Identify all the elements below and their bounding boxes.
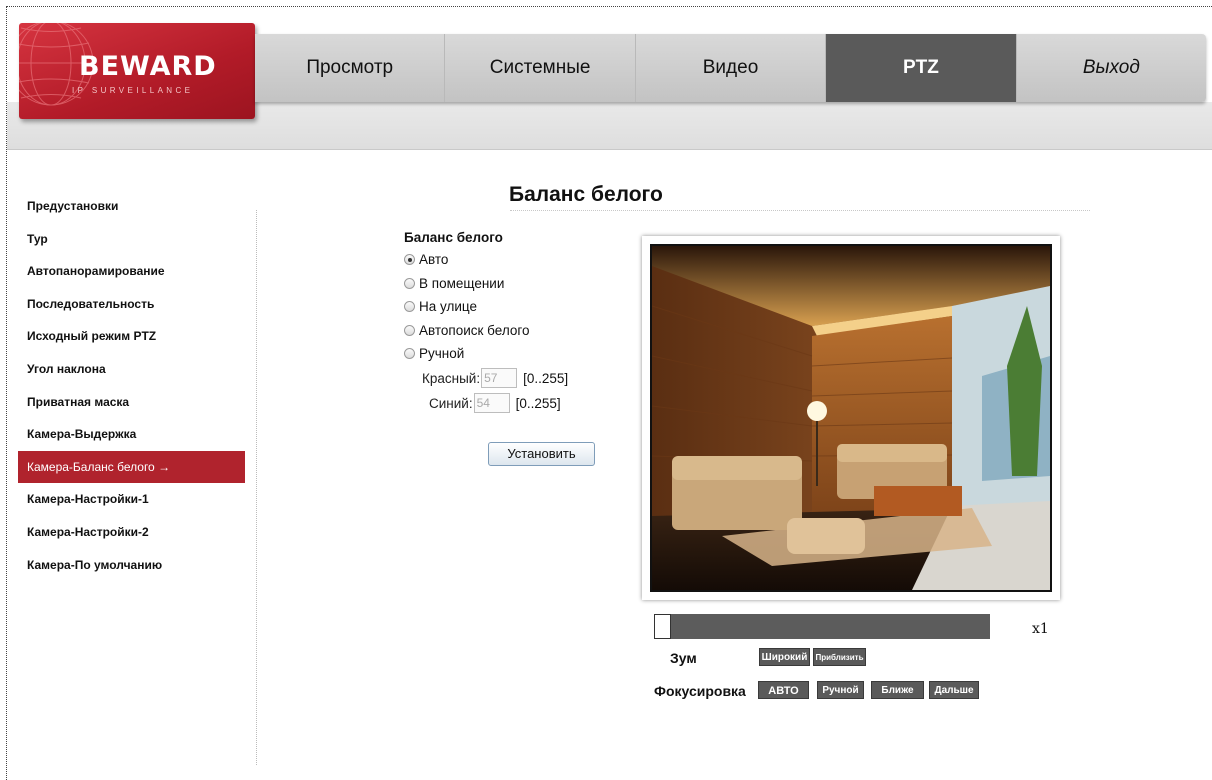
zoom-tele-button[interactable]: Приблизить xyxy=(813,648,866,666)
zoom-label: Зум xyxy=(670,650,697,666)
zoom-slider-track[interactable] xyxy=(654,614,990,639)
radio-label: Автопоиск белого xyxy=(419,322,530,338)
sidebar-item-white-balance[interactable]: Камера-Баланс белого → xyxy=(18,450,245,484)
tab-logout[interactable]: Выход xyxy=(1017,34,1206,102)
brand-tagline: IP SURVEILLANCE xyxy=(72,86,194,95)
radio-manual[interactable]: Ручной xyxy=(404,342,568,366)
camera-preview xyxy=(642,236,1060,600)
zoom-slider-handle[interactable] xyxy=(654,614,671,639)
focus-label: Фокусировка xyxy=(654,683,746,699)
focus-auto-button[interactable]: АВТО xyxy=(758,681,809,699)
radio-button[interactable] xyxy=(404,254,415,266)
radio-indoor[interactable]: В помещении xyxy=(404,272,568,296)
red-gain-label: Красный: xyxy=(422,370,481,386)
page-title: Баланс белого xyxy=(509,183,663,206)
sidebar-item-settings-1[interactable]: Камера-Настройки-1 xyxy=(18,483,248,516)
red-gain-range: [0..255] xyxy=(523,370,569,386)
radio-label: На улице xyxy=(419,299,477,315)
sidebar-item-presets[interactable]: Предустановки xyxy=(18,190,248,223)
sidebar-item-sequence[interactable]: Последовательность xyxy=(18,288,248,321)
blue-gain-input[interactable] xyxy=(473,393,510,413)
brand-logo[interactable]: BEWARD IP SURVEILLANCE xyxy=(19,23,255,119)
tab-system[interactable]: Системные xyxy=(445,34,636,102)
zoom-level: x1 xyxy=(1032,621,1049,637)
sidebar-item-tour[interactable]: Тур xyxy=(18,223,248,256)
form-heading: Баланс белого xyxy=(404,230,503,245)
sidebar-item-autopan[interactable]: Автопанорамирование xyxy=(18,255,248,288)
radio-label: В помещении xyxy=(419,275,505,291)
sidebar: Предустановки Тур Автопанорамирование По… xyxy=(18,190,248,581)
room-scene-image xyxy=(652,246,1050,590)
sidebar-item-defaults[interactable]: Камера-По умолчанию xyxy=(18,549,248,582)
radio-auto-white-search[interactable]: Автопоиск белого xyxy=(404,319,568,343)
tab-view[interactable]: Просмотр xyxy=(255,34,446,102)
sidebar-item-tilt[interactable]: Угол наклона xyxy=(18,353,248,386)
sidebar-item-label: Камера-Баланс белого xyxy=(27,459,155,474)
sidebar-item-privacy-mask[interactable]: Приватная маска xyxy=(18,386,248,419)
sidebar-item-shutter[interactable]: Камера-Выдержка xyxy=(18,418,248,451)
header: BEWARD IP SURVEILLANCE Просмотр Системны… xyxy=(7,7,1212,150)
brand-name: BEWARD xyxy=(79,51,217,82)
tab-ptz[interactable]: PTZ xyxy=(826,34,1017,102)
zoom-wide-button[interactable]: Широкий xyxy=(759,648,810,666)
radio-button[interactable] xyxy=(404,324,415,336)
arrow-right-icon: → xyxy=(158,459,171,474)
radio-button[interactable] xyxy=(404,277,415,289)
sidebar-divider xyxy=(256,210,257,765)
main-nav: Просмотр Системные Видео PTZ Выход xyxy=(255,34,1206,102)
radio-auto[interactable]: Авто xyxy=(404,248,568,272)
title-divider xyxy=(510,210,1090,211)
red-gain-input[interactable] xyxy=(481,368,518,388)
blue-gain-range: [0..255] xyxy=(515,395,561,411)
radio-button[interactable] xyxy=(404,301,415,313)
blue-gain-label: Синий: xyxy=(429,395,473,411)
radio-button[interactable] xyxy=(404,348,415,360)
red-gain-row: Красный: [0..255] xyxy=(404,366,568,391)
camera-image xyxy=(650,244,1052,592)
focus-near-button[interactable]: Ближе xyxy=(871,681,924,699)
radio-label: Ручной xyxy=(419,346,465,362)
focus-manual-button[interactable]: Ручной xyxy=(817,681,864,699)
radio-outdoor[interactable]: На улице xyxy=(404,295,568,319)
sidebar-item-ptz-home[interactable]: Исходный режим PTZ xyxy=(18,320,248,353)
white-balance-form: Баланс белого Авто В помещении На улице … xyxy=(404,230,568,416)
sidebar-item-settings-2[interactable]: Камера-Настройки-2 xyxy=(18,516,248,549)
radio-label: Авто xyxy=(419,252,449,268)
focus-far-button[interactable]: Дальше xyxy=(929,681,979,699)
apply-button[interactable]: Установить xyxy=(488,442,595,466)
tab-video[interactable]: Видео xyxy=(636,34,827,102)
blue-gain-row: Синий: [0..255] xyxy=(404,391,568,416)
